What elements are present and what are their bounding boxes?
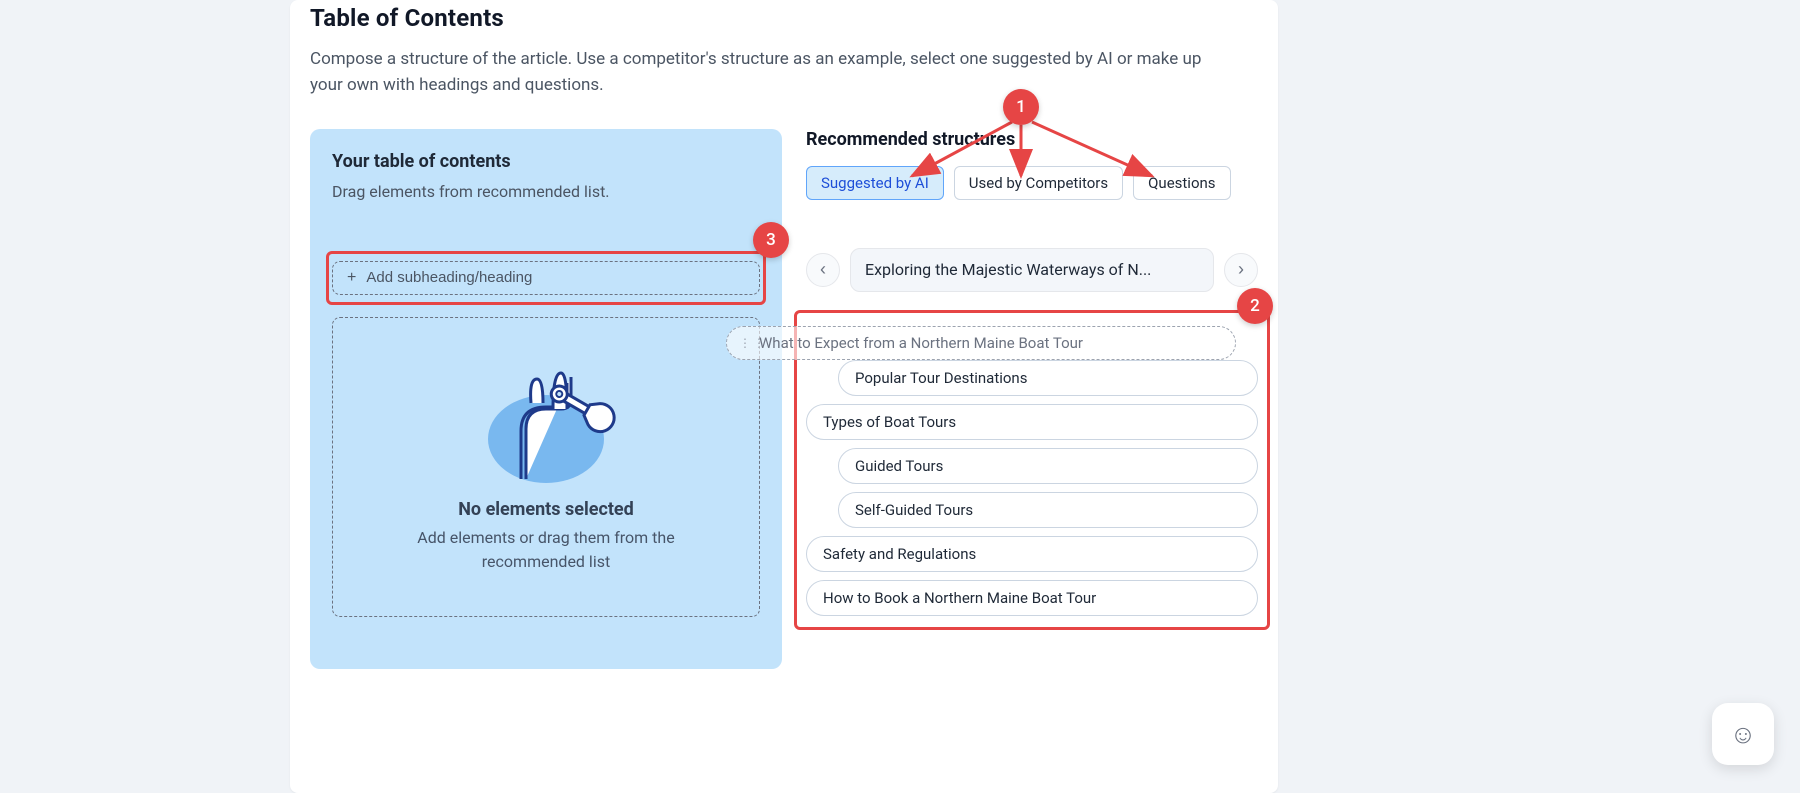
tab-questions[interactable]: Questions xyxy=(1133,166,1230,200)
structure-item[interactable]: Safety and Regulations xyxy=(806,536,1258,572)
structure-tabs: Suggested by AI Used by Competitors Ques… xyxy=(806,166,1258,200)
page-description: Compose a structure of the article. Use … xyxy=(310,46,1230,99)
dropzone-empty-description: Add elements or drag them from the recom… xyxy=(386,526,706,574)
page-title: Table of Contents xyxy=(310,4,1258,32)
structure-item-label: Types of Boat Tours xyxy=(823,413,956,431)
structure-subitem[interactable]: Guided Tours xyxy=(838,448,1258,484)
structure-subitem[interactable]: Self-Guided Tours xyxy=(838,492,1258,528)
add-subheading-label: Add subheading/heading xyxy=(366,269,532,286)
dragging-item-ghost[interactable]: ⋮⋮ What to Expect from a Northern Maine … xyxy=(726,326,1236,360)
prev-structure-button[interactable]: ‹ xyxy=(806,253,840,287)
recommended-heading: Recommended structures xyxy=(806,129,1258,150)
tab-used-by-competitors[interactable]: Used by Competitors xyxy=(954,166,1123,200)
add-subheading-button[interactable]: + Add subheading/heading xyxy=(332,261,760,295)
next-structure-button[interactable]: › xyxy=(1224,253,1258,287)
your-toc-heading: Your table of contents xyxy=(332,151,760,172)
recommended-structures-panel: Recommended structures Suggested by AI U… xyxy=(806,129,1258,669)
smiley-icon: ☺ xyxy=(1730,719,1757,750)
structure-nav: ‹ Exploring the Majestic Waterways of N.… xyxy=(806,248,1258,292)
annotation-badge-1: 1 xyxy=(1003,89,1039,125)
structure-list: ⋮⋮ What to Expect from a Northern Maine … xyxy=(806,320,1258,616)
content-card: Table of Contents Compose a structure of… xyxy=(290,0,1278,793)
plus-icon: + xyxy=(347,270,356,286)
your-toc-subheading: Drag elements from recommended list. xyxy=(332,182,760,201)
structure-item-label: How to Book a Northern Maine Boat Tour xyxy=(823,589,1096,607)
drag-handle-icon: ⋮⋮ xyxy=(739,336,751,350)
two-column-layout: Your table of contents Drag elements fro… xyxy=(310,129,1258,669)
structure-item-label: Popular Tour Destinations xyxy=(855,369,1027,387)
feedback-button[interactable]: ☺ xyxy=(1712,703,1774,765)
dropzone-empty-title: No elements selected xyxy=(458,499,634,520)
annotation-badge-2: 2 xyxy=(1237,288,1273,324)
tab-suggested-by-ai[interactable]: Suggested by AI xyxy=(806,166,944,200)
annotation-badge-3: 3 xyxy=(753,222,789,258)
chevron-right-icon: › xyxy=(1238,259,1244,280)
structure-item[interactable]: How to Book a Northern Maine Boat Tour xyxy=(806,580,1258,616)
dragging-item-label: What to Expect from a Northern Maine Boa… xyxy=(759,334,1083,352)
structure-item-label: Guided Tours xyxy=(855,457,943,475)
structure-item-label: Safety and Regulations xyxy=(823,545,976,563)
add-heading-row-wrapper: + Add subheading/heading xyxy=(332,261,760,295)
chevron-left-icon: ‹ xyxy=(820,259,826,280)
structure-subitem[interactable]: Popular Tour Destinations xyxy=(838,360,1258,396)
structure-item[interactable]: Types of Boat Tours xyxy=(806,404,1258,440)
your-toc-panel: Your table of contents Drag elements fro… xyxy=(310,129,782,669)
current-structure-title[interactable]: Exploring the Majestic Waterways of N... xyxy=(850,248,1214,292)
structure-item-label: Self-Guided Tours xyxy=(855,501,973,519)
toc-dropzone[interactable]: No elements selected Add elements or dra… xyxy=(332,317,760,617)
wrench-hand-icon xyxy=(471,359,621,489)
